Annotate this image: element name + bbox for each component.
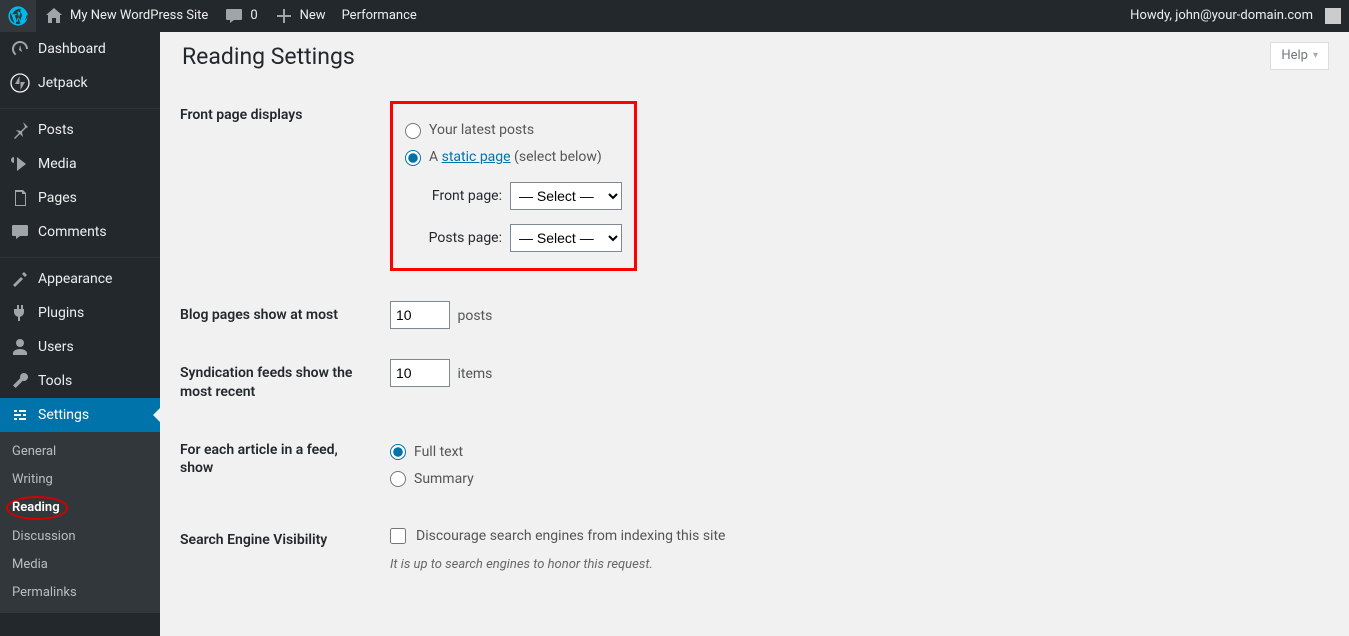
tools-icon (10, 371, 30, 391)
sidebar-item-media[interactable]: Media (0, 147, 160, 181)
plus-icon (274, 6, 294, 26)
howdy-text: Howdy, john@your-domain.com (1130, 7, 1313, 25)
home-icon (44, 6, 64, 26)
sidebar-item-dashboard[interactable]: Dashboard (0, 32, 160, 66)
sidebar-item-label: Tools (38, 372, 72, 390)
setting-label-blogpages: Blog pages show at most (180, 286, 380, 344)
radio-latest-posts-label: Your latest posts (429, 120, 534, 141)
sidebar-item-jetpack[interactable]: Jetpack (0, 66, 160, 100)
sidebar-item-label: Jetpack (38, 74, 88, 92)
chevron-down-icon: ▾ (1313, 47, 1318, 65)
sidebar-item-pages[interactable]: Pages (0, 181, 160, 215)
syndication-input[interactable] (390, 359, 450, 387)
submenu-item-general[interactable]: General (0, 438, 160, 466)
visibility-description: It is up to search engines to honor this… (390, 555, 1319, 575)
avatar (1325, 8, 1341, 24)
admin-bar: My New WordPress Site 0 New Performance … (0, 0, 1349, 32)
site-name-link[interactable]: My New WordPress Site (36, 0, 216, 32)
syndication-suffix: items (457, 366, 492, 382)
radio-static-page[interactable] (405, 150, 421, 166)
sidebar-item-comments[interactable]: Comments (0, 215, 160, 249)
sidebar-item-settings[interactable]: Settings (0, 398, 160, 432)
comments-link[interactable]: 0 (216, 0, 265, 32)
performance-link[interactable]: Performance (334, 0, 425, 32)
admin-sidebar: Dashboard Jetpack Posts Media Pages Comm… (0, 32, 160, 636)
submenu-item-writing[interactable]: Writing (0, 466, 160, 494)
submenu-item-discussion[interactable]: Discussion (0, 523, 160, 551)
appearance-icon (10, 269, 30, 289)
comment-icon (10, 222, 30, 242)
sidebar-item-label: Appearance (38, 270, 112, 288)
settings-form: Front page displays Your latest posts A … (180, 86, 1329, 589)
users-icon (10, 337, 30, 357)
blog-pages-input[interactable] (390, 301, 450, 329)
new-label: New (300, 7, 326, 25)
submenu-item-permalinks[interactable]: Permalinks (0, 579, 160, 607)
jetpack-icon (10, 73, 30, 93)
dashboard-icon (10, 39, 30, 59)
radio-latest-posts[interactable] (405, 123, 421, 139)
wordpress-icon (8, 6, 28, 26)
checkbox-discourage-label: Discourage search engines from indexing … (416, 526, 725, 547)
help-label: Help (1281, 47, 1308, 65)
sidebar-item-label: Comments (38, 223, 107, 241)
sidebar-item-label: Dashboard (38, 40, 106, 58)
posts-page-select-label: Posts page: (429, 228, 502, 249)
plugins-icon (10, 303, 30, 323)
pin-icon (10, 120, 30, 140)
sidebar-item-label: Settings (38, 406, 89, 424)
sidebar-item-label: Pages (38, 189, 77, 207)
sidebar-item-label: Media (38, 155, 77, 173)
setting-label-syndication: Syndication feeds show the most recent (180, 344, 380, 420)
settings-icon (10, 405, 30, 425)
comments-count: 0 (250, 7, 257, 25)
setting-label-visibility: Search Engine Visibility (180, 511, 380, 590)
sidebar-item-users[interactable]: Users (0, 330, 160, 364)
media-icon (10, 154, 30, 174)
pages-icon (10, 188, 30, 208)
radio-summary[interactable] (390, 471, 406, 487)
radio-full-text-label: Full text (414, 442, 463, 463)
setting-label-feedarticle: For each article in a feed, show (180, 421, 380, 511)
sidebar-item-tools[interactable]: Tools (0, 364, 160, 398)
sidebar-item-label: Plugins (38, 304, 84, 322)
front-page-highlight-box: Your latest posts A static page (select … (390, 101, 637, 271)
static-suffix: (select below) (511, 149, 602, 165)
sidebar-item-plugins[interactable]: Plugins (0, 296, 160, 330)
setting-label-frontpage: Front page displays (180, 86, 380, 286)
radio-full-text[interactable] (390, 444, 406, 460)
sidebar-item-label: Users (38, 338, 74, 356)
new-link[interactable]: New (266, 0, 334, 32)
checkbox-discourage[interactable] (390, 528, 406, 544)
front-page-select-label: Front page: (432, 186, 502, 207)
blog-pages-suffix: posts (457, 308, 492, 324)
sidebar-item-posts[interactable]: Posts (0, 113, 160, 147)
help-tab[interactable]: Help ▾ (1270, 42, 1329, 70)
main-content: Help ▾ Reading Settings Front page displ… (160, 0, 1349, 636)
site-name: My New WordPress Site (70, 7, 208, 25)
performance-label: Performance (342, 7, 417, 25)
static-prefix: A (429, 149, 442, 165)
submenu-item-reading[interactable]: Reading (0, 494, 160, 522)
howdy-account[interactable]: Howdy, john@your-domain.com (1122, 0, 1349, 32)
static-page-link[interactable]: static page (442, 149, 511, 165)
wp-logo[interactable] (0, 0, 36, 32)
sidebar-item-label: Posts (38, 121, 74, 139)
posts-page-select[interactable]: — Select — (510, 224, 622, 252)
sidebar-item-appearance[interactable]: Appearance (0, 262, 160, 296)
radio-summary-label: Summary (414, 469, 474, 490)
comments-icon (224, 6, 244, 26)
settings-submenu: General Writing Reading Discussion Media… (0, 432, 160, 613)
page-title: Reading Settings (182, 48, 1329, 66)
submenu-item-media[interactable]: Media (0, 551, 160, 579)
front-page-select[interactable]: — Select — (510, 182, 622, 210)
